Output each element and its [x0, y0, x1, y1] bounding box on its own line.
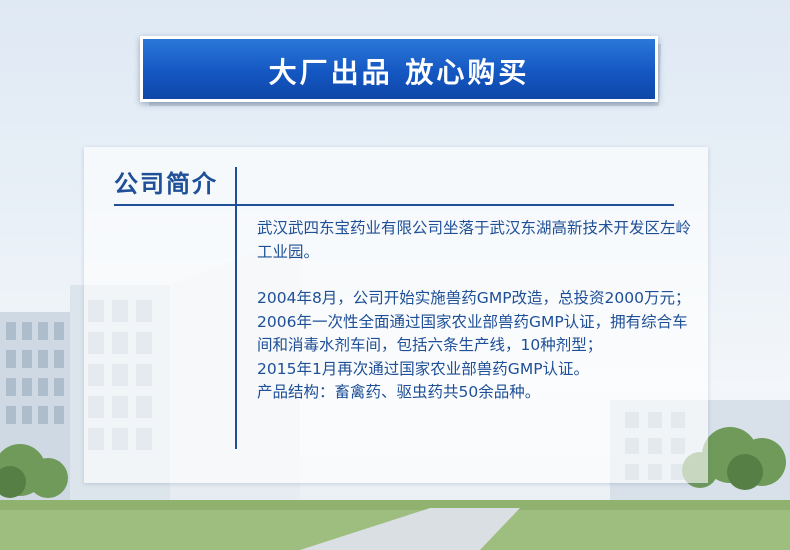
intro-paragraph: 武汉武四东宝药业有限公司坐落于武汉东湖高新技术开发区左岭工业园。	[257, 219, 692, 261]
promo-banner: 大厂出品 放心购买	[140, 36, 658, 102]
intro-text: 武汉武四东宝药业有限公司坐落于武汉东湖高新技术开发区左岭工业园。 2004年8月…	[257, 217, 702, 405]
banner-title: 大厂出品 放心购买	[268, 56, 530, 89]
heading-underline	[114, 204, 674, 206]
company-intro-card: 公司简介 武汉武四东宝药业有限公司坐落于武汉东湖高新技术开发区左岭工业园。 20…	[84, 147, 708, 483]
history-line: 2015年1月再次通过国家农业部兽药GMP认证。	[257, 359, 590, 378]
product-line: 产品结构：畜禽药、驱虫药共50余品种。	[257, 383, 541, 401]
history-line: 2006年一次性全面通过国家农业部兽药GMP认证，拥有综合车间和消毒水剂车间，包…	[257, 312, 688, 355]
section-heading: 公司简介	[114, 170, 218, 198]
history-line: 2004年8月，公司开始实施兽药GMP改造，总投资2000万元；	[257, 289, 691, 307]
vertical-divider	[235, 167, 237, 449]
